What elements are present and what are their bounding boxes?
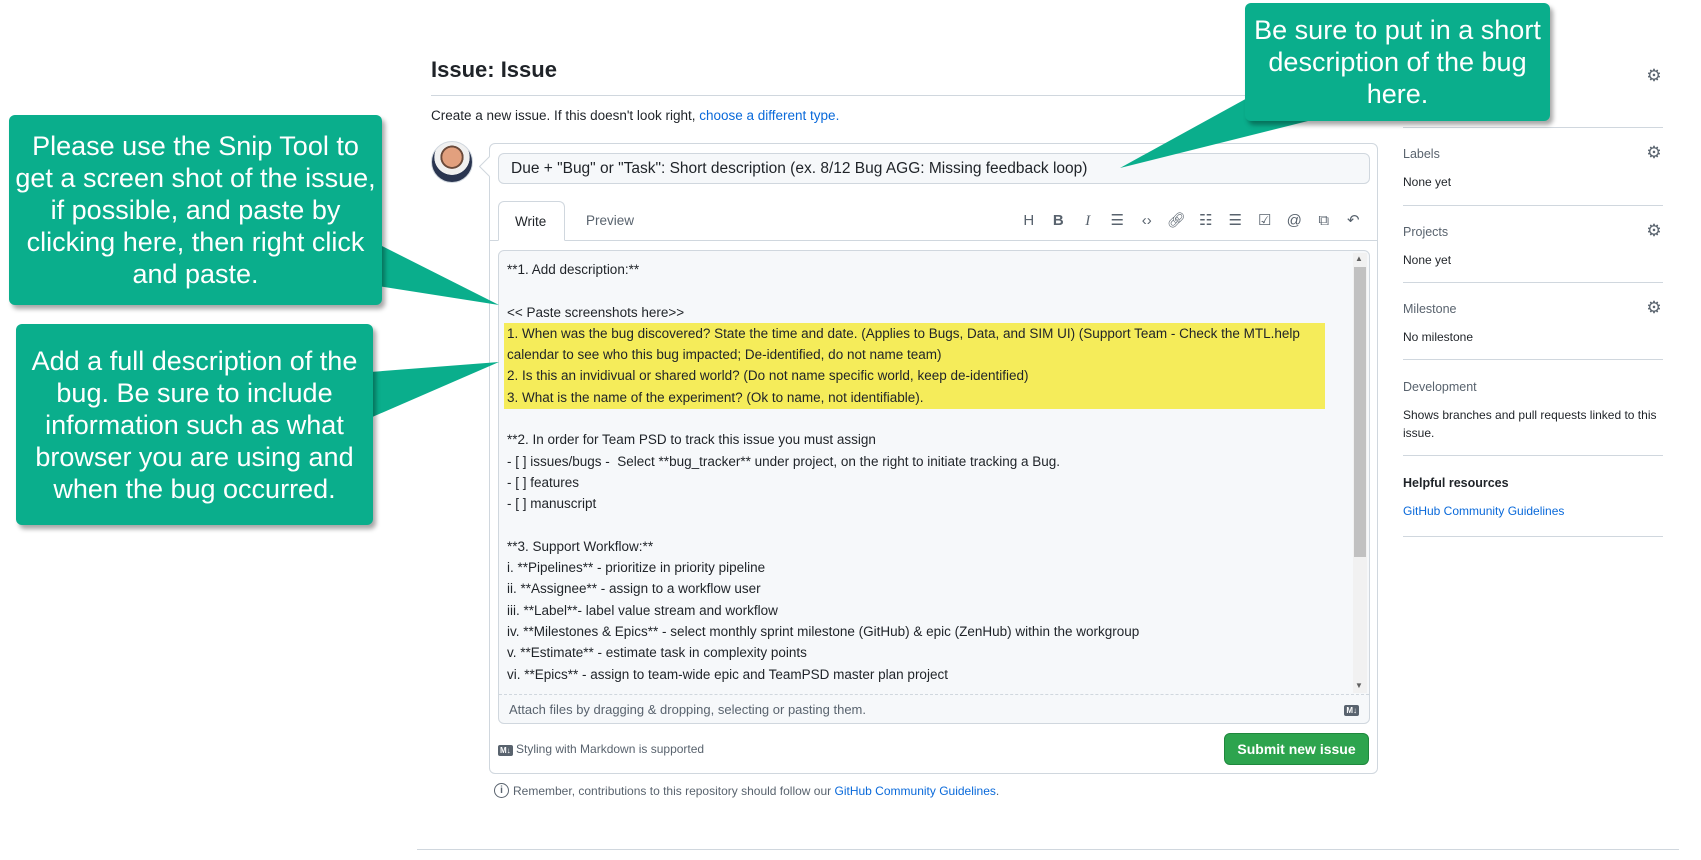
gear-icon[interactable]: ⚙ — [1645, 221, 1663, 241]
info-icon: i — [494, 783, 509, 798]
sidebar-labels-value: None yet — [1403, 175, 1452, 189]
sidebar-guidelines-link[interactable]: GitHub Community Guidelines — [1403, 502, 1661, 520]
markdown-icon: M↓ — [498, 745, 513, 756]
markdown-note-text: Styling with Markdown is supported — [516, 742, 705, 756]
markdown-icon: M↓ — [1344, 705, 1359, 716]
markdown-toolbar: H B I ☰ ‹› 🔗︎ ☷ ☰ ☑ @ ⧉ ↶ — [1014, 210, 1368, 232]
attach-text: Attach files by dragging & dropping, sel… — [509, 702, 866, 717]
title-callout: Be sure to put in a short description of… — [1245, 3, 1550, 121]
body-textarea[interactable]: **1. Add description:** << Paste screens… — [498, 250, 1370, 724]
sidebar-milestone-value: No milestone — [1403, 330, 1474, 344]
snip-callout-pointer — [378, 244, 499, 305]
code-icon[interactable]: ‹› — [1132, 210, 1162, 232]
markdown-note[interactable]: M↓ Styling with Markdown is supported — [498, 742, 704, 756]
attach-files-bar[interactable]: Attach files by dragging & dropping, sel… — [499, 694, 1369, 723]
tab-write[interactable]: Write — [498, 201, 565, 241]
sidebar-projects-heading[interactable]: Projects — [1403, 225, 1448, 239]
divider — [1403, 455, 1663, 456]
link-icon[interactable]: 🔗︎ — [1162, 210, 1192, 232]
contribution-note: i Remember, contributions to this reposit… — [494, 783, 999, 798]
helpful-resources-heading: Helpful resources — [1403, 476, 1509, 490]
scroll-up-icon[interactable]: ▲ — [1355, 254, 1363, 263]
period: . — [995, 783, 1000, 798]
divider — [1403, 127, 1663, 128]
remember-text: Remember, contributions to this reposito… — [513, 783, 835, 798]
scroll-down-icon[interactable]: ▼ — [1355, 681, 1363, 690]
scrollbar[interactable]: ▲ ▼ — [1353, 253, 1367, 693]
scrollbar-thumb[interactable] — [1354, 267, 1366, 557]
heading-icon[interactable]: H — [1014, 210, 1044, 232]
sidebar-development-heading: Development — [1403, 380, 1477, 394]
divider — [431, 95, 1246, 96]
numbered-list-icon[interactable]: ☰ — [1221, 210, 1251, 232]
community-guidelines-link[interactable]: GitHub Community Guidelines — [835, 784, 996, 798]
divider — [1403, 359, 1663, 360]
reference-icon[interactable]: ⧉ — [1309, 210, 1339, 232]
sidebar-development-value: Shows branches and pull requests linked … — [1403, 408, 1657, 440]
divider — [417, 849, 1679, 850]
snip-callout: Please use the Snip Tool to get a screen… — [9, 115, 382, 305]
italic-icon[interactable]: I — [1073, 210, 1103, 232]
sidebar-labels-heading[interactable]: Labels — [1403, 147, 1440, 161]
gear-icon[interactable]: ⚙ — [1645, 143, 1663, 163]
submit-new-issue-button[interactable]: Submit new issue — [1224, 733, 1369, 765]
task-list-icon[interactable]: ☑ — [1250, 210, 1280, 232]
divider — [1403, 536, 1663, 537]
bold-icon[interactable]: B — [1044, 210, 1074, 232]
description-callout-pointer — [370, 362, 499, 418]
tab-preview[interactable]: Preview — [570, 201, 650, 241]
quote-icon[interactable]: ☰ — [1103, 210, 1133, 232]
gear-icon[interactable]: ⚙ — [1645, 66, 1663, 86]
choose-type-link[interactable]: choose a different type. — [699, 108, 839, 123]
subtitle-text: Create a new issue. If this doesn't look… — [431, 108, 700, 123]
mention-icon[interactable]: @ — [1280, 210, 1310, 232]
gear-icon[interactable]: ⚙ — [1645, 298, 1663, 318]
avatar — [431, 141, 473, 183]
divider — [1403, 282, 1663, 283]
bulleted-list-icon[interactable]: ☷ — [1191, 210, 1221, 232]
page-title: Issue: Issue — [431, 57, 557, 82]
sidebar-milestone-heading[interactable]: Milestone — [1403, 302, 1457, 316]
description-callout: Add a full description of the bug. Be su… — [16, 324, 373, 525]
title-input[interactable] — [498, 153, 1370, 184]
body-text[interactable]: **1. Add description:** << Paste screens… — [507, 259, 1347, 685]
sidebar-projects-value: None yet — [1403, 253, 1452, 267]
undo-icon[interactable]: ↶ — [1339, 210, 1369, 232]
subtitle: Create a new issue. If this doesn't look… — [431, 108, 839, 123]
divider — [1403, 205, 1663, 206]
